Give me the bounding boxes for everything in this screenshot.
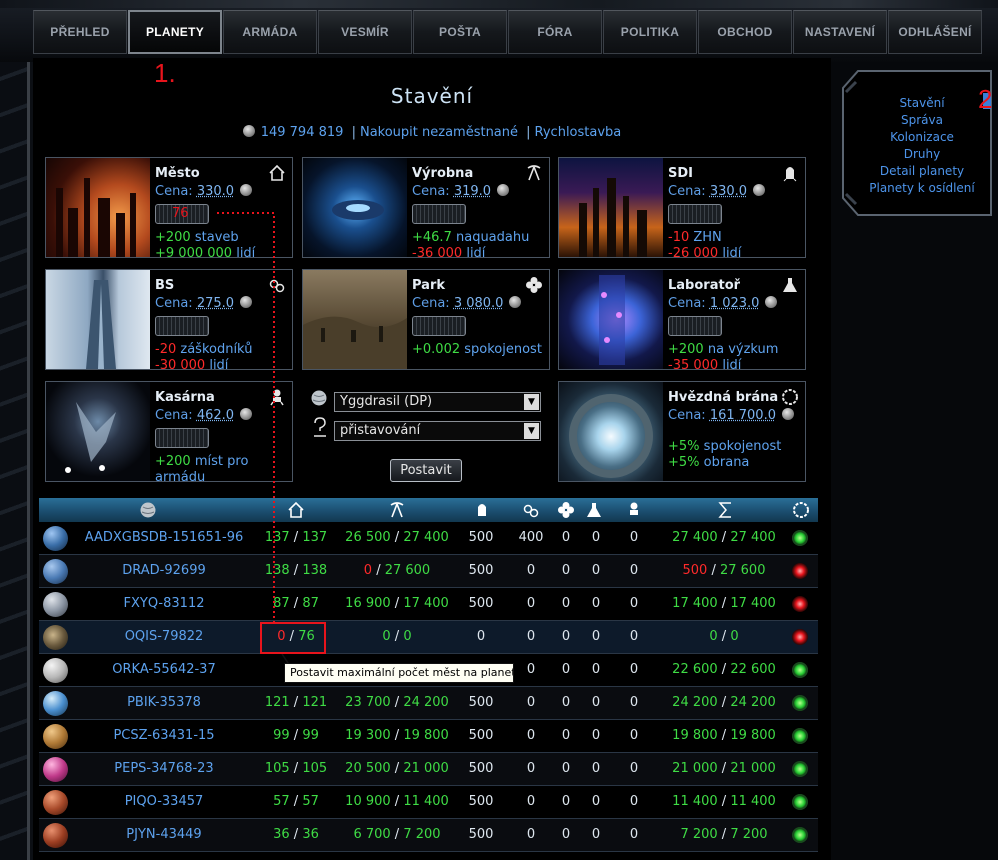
submenu-druhy[interactable]: Druhy — [852, 146, 992, 163]
highlight-box — [260, 622, 326, 654]
submenu-sprava[interactable]: Správa — [852, 112, 992, 129]
annotation-two: 2 — [978, 84, 993, 114]
submenu-staveni[interactable]: Stavění — [852, 95, 992, 112]
submenu-planety-k-osidleni[interactable]: Planety k osídlení — [852, 180, 992, 197]
planets-submenu: Stavění Správa Kolonizace Druhy Detail p… — [842, 70, 992, 216]
tooltip: Postavit maximální počet měst na planetě — [284, 663, 514, 683]
submenu-detail-planety[interactable]: Detail planety — [852, 163, 992, 180]
submenu-kolonizace[interactable]: Kolonizace — [852, 129, 992, 146]
submenu-items: Stavění Správa Kolonizace Druhy Detail p… — [852, 95, 992, 197]
